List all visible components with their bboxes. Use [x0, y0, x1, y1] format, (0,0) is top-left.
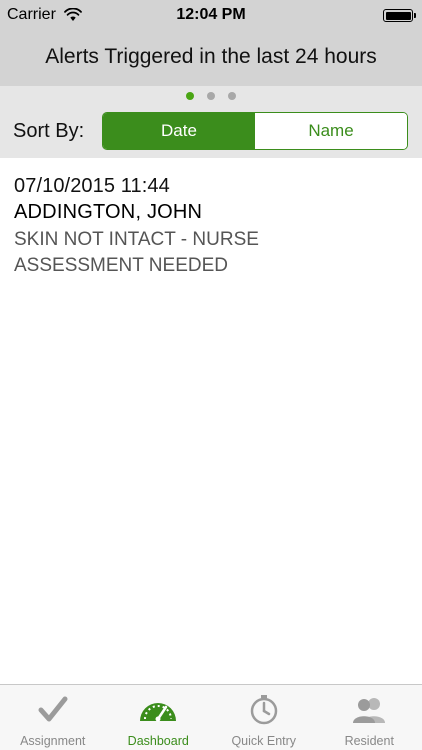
- battery-icon: [383, 9, 416, 22]
- sort-segmented-control[interactable]: Date Name: [102, 112, 408, 150]
- alert-list: 07/10/2015 11:44 ADDINGTON, JOHN SKIN NO…: [0, 162, 422, 279]
- status-bar: Carrier 12:04 PM: [0, 0, 422, 30]
- clock: 12:04 PM: [176, 6, 246, 23]
- tab-assignment[interactable]: Assignment: [0, 685, 106, 750]
- tab-bar: Assignment Dashboard Quick Entry Residen…: [0, 684, 422, 750]
- tab-label: Resident: [344, 734, 394, 748]
- page-title: Alerts Triggered in the last 24 hours: [45, 45, 377, 68]
- page-dot-1[interactable]: [186, 92, 194, 100]
- checkmark-icon: [38, 696, 68, 722]
- page-dot-2[interactable]: [207, 92, 215, 100]
- tab-dashboard[interactable]: Dashboard: [106, 685, 212, 750]
- sort-by-name-button[interactable]: Name: [255, 113, 407, 149]
- alert-datetime: 07/10/2015 11:44: [14, 175, 170, 197]
- alert-description: SKIN NOT INTACT - NURSE ASSESSMENT NEEDE…: [14, 229, 259, 276]
- stopwatch-icon: [250, 695, 277, 725]
- header: Alerts Triggered in the last 24 hours: [0, 30, 422, 86]
- tab-resident[interactable]: Resident: [317, 685, 422, 750]
- tab-quick-entry[interactable]: Quick Entry: [211, 685, 317, 750]
- sort-bar: Sort By: Date Name: [0, 106, 422, 158]
- tab-label: Dashboard: [127, 734, 189, 748]
- alert-resident-name: ADDINGTON, JOHN: [14, 201, 203, 223]
- sort-by-date-button[interactable]: Date: [103, 113, 255, 149]
- page-indicator[interactable]: [0, 86, 422, 106]
- tab-label: Assignment: [20, 734, 86, 748]
- sort-label: Sort By:: [13, 120, 85, 142]
- dashboard-gauge-icon: [140, 703, 177, 722]
- tab-label: Quick Entry: [231, 734, 297, 748]
- alert-list-item[interactable]: 07/10/2015 11:44 ADDINGTON, JOHN SKIN NO…: [0, 162, 422, 279]
- page-dot-3[interactable]: [228, 92, 236, 100]
- people-icon: [353, 698, 386, 723]
